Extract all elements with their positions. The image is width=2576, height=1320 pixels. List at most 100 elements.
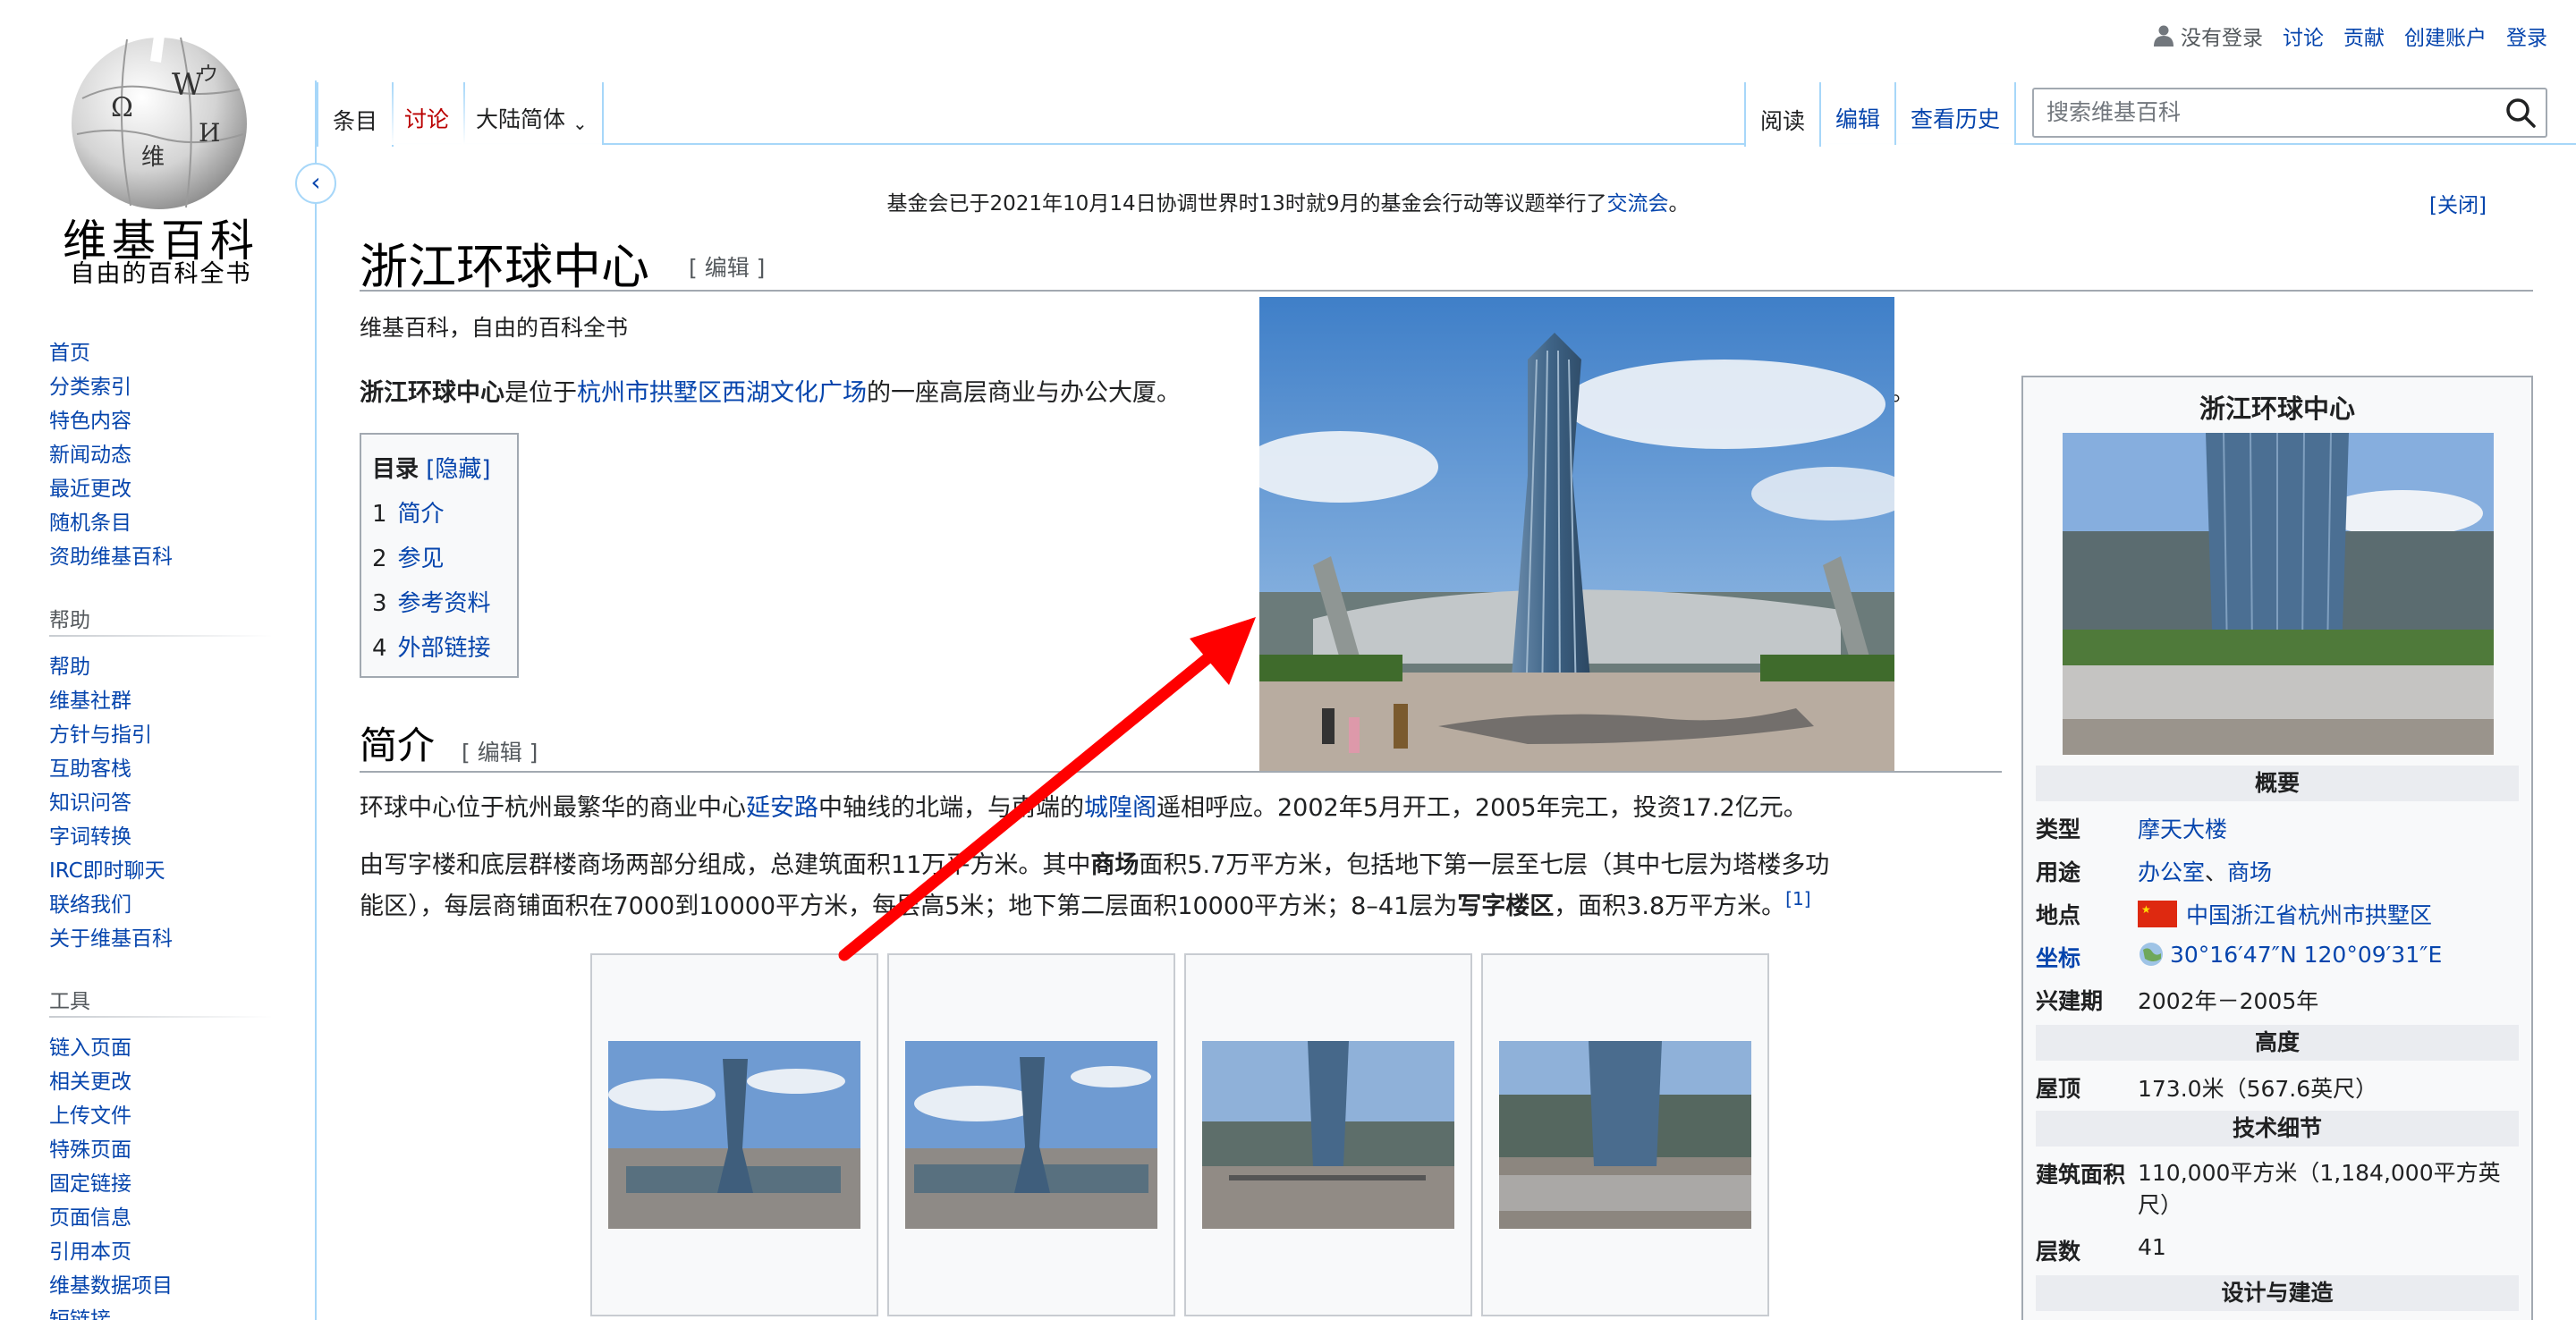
toc-item[interactable]: 3 参考资料 [372,585,506,618]
coordinates-link[interactable]: 30°16′47″N 120°09′31″E [2170,942,2442,968]
hover-preview-image[interactable] [1259,297,1894,771]
title-underline [360,290,2533,292]
sidebar-item-qa[interactable]: 知识问答 [49,785,131,816]
sidebar-item-main-page[interactable]: 首页 [49,335,90,366]
toc-link-intro[interactable]: 简介 [398,501,445,528]
sidebar-item-what-links-here[interactable]: 链入页面 [49,1030,131,1061]
gallery-item[interactable] [590,953,878,1316]
sidebar-item-permalink[interactable]: 固定链接 [49,1166,131,1197]
toc-item[interactable]: 4 外部链接 [372,630,506,663]
p1-text: 中轴线的北端，与南端的 [818,794,1084,822]
toc-link-references[interactable]: 参考资料 [398,590,491,617]
separator: 、 [2205,859,2228,885]
intro-paragraph-2: 由写字楼和底层群楼商场两部分组成，总建筑面积11万平方米。其中商场面积5.7万平… [360,846,2005,926]
gallery-item[interactable] [1481,953,1769,1316]
infobox-title: 浙江环球中心 [2199,393,2355,424]
contributions-link[interactable]: 贡献 [2343,21,2385,51]
sidebar-item-categories[interactable]: 分类索引 [49,369,131,400]
infobox-value-use: 办公室、商场 [2138,855,2272,887]
location-link[interactable]: 杭州市拱墅区西湖文化广场 [577,379,867,407]
notice-close-button[interactable]: [关闭] [2429,188,2487,218]
user-icon [2154,25,2174,47]
sidebar-item-wikidata[interactable]: 维基数据项目 [49,1268,173,1299]
gallery-item[interactable] [887,953,1175,1316]
sidebar-item-news[interactable]: 新闻动态 [49,437,131,468]
toc-number: 4 [372,635,387,662]
talk-link[interactable]: 讨论 [2283,21,2324,51]
office-link[interactable]: 办公室 [2138,859,2205,885]
tab-variant-label: 大陆简体 [476,106,566,132]
china-flag-icon: ★ [2138,901,2177,927]
sidebar-item-page-info[interactable]: 页面信息 [49,1200,131,1231]
toc-link-external[interactable]: 外部链接 [398,635,491,662]
create-account-link[interactable]: 创建账户 [2404,21,2487,51]
mall-link[interactable]: 商场 [2227,859,2272,885]
sidebar-item-upload[interactable]: 上传文件 [49,1098,131,1129]
chenghuang-pavilion-link[interactable]: 城隍阁 [1084,794,1157,822]
p1-text: 环球中心位于杭州最繁华的商业中心 [360,794,746,822]
sidebar-item-conversion[interactable]: 字词转换 [49,819,131,850]
infobox-label-built: 兴建期 [2036,988,2104,1014]
sidebar-item-community[interactable]: 维基社群 [49,683,131,714]
infobox-image[interactable] [2063,433,2494,755]
sidebar-item-policies[interactable]: 方针与指引 [49,717,152,748]
sidebar-item-special-pages[interactable]: 特殊页面 [49,1132,131,1163]
sidebar-item-donate[interactable]: 资助维基百科 [49,539,173,570]
tab-article-label: 条目 [333,108,378,134]
gallery-image[interactable] [1202,1041,1454,1229]
tab-talk[interactable]: 讨论 [390,82,466,145]
gallery-image[interactable] [905,1041,1157,1229]
gallery-image[interactable] [608,1041,860,1229]
svg-text:Ω: Ω [111,92,133,123]
login-link[interactable]: 登录 [2506,21,2547,51]
sidebar-item-irc[interactable]: IRC即时聊天 [49,853,165,884]
tab-article[interactable]: 条目 [317,82,394,147]
p2-bold: 写字楼区 [1457,893,1555,921]
wikipedia-globe-logo[interactable]: W Ω И 维 ウ [64,27,254,213]
reference-link[interactable]: [1] [1785,888,1810,910]
search-icon[interactable] [2504,97,2537,129]
sidebar-item-help[interactable]: 帮助 [49,649,90,680]
infobox-value-type[interactable]: 摩天大楼 [2138,812,2227,844]
toc-toggle[interactable]: [隐藏] [426,456,490,483]
lead-tail-punct: 。 [1891,379,1915,407]
sidebar-item-village-pump[interactable]: 互助客栈 [49,751,131,782]
location-link[interactable]: 中国浙江省杭州市拱墅区 [2186,898,2432,930]
notice-end: 。 [1668,192,1690,216]
p2-text: ，面积3.8万平方米。 [1554,893,1786,921]
notice-link[interactable]: 交流会 [1606,192,1668,216]
tab-read[interactable]: 阅读 [1744,82,1822,147]
toc-item[interactable]: 1 简介 [372,495,506,529]
gallery-item[interactable] [1184,953,1472,1316]
tab-variant-dropdown[interactable]: 大陆简体 ⌄ [462,82,604,145]
toc-item[interactable]: 2 参见 [372,540,506,573]
tab-history[interactable]: 查看历史 [1896,82,2017,145]
search-input[interactable]: 搜索维基百科 [2032,88,2547,138]
section-underline [360,771,2002,773]
sidebar-item-about[interactable]: 关于维基百科 [49,921,173,952]
gallery-image[interactable] [1499,1041,1751,1229]
sidebar-item-random[interactable]: 随机条目 [49,505,131,536]
tab-edit[interactable]: 编辑 [1821,82,1897,145]
sidebar-item-featured[interactable]: 特色内容 [49,403,131,434]
sidebar-item-short-url[interactable]: 短链接 [49,1302,111,1320]
title-edit-link[interactable]: [ 编辑 ] [689,250,765,283]
lead-text-end: 的一座高层商业与办公大厦。 [867,379,1181,407]
sidebar-divider [315,80,317,1320]
yanan-road-link[interactable]: 延安路 [746,794,818,822]
infobox-label-coordinates[interactable]: 坐标 [2036,941,2080,973]
infobox-label-use: 用途 [2036,859,2081,885]
sidebar-item-recent-changes[interactable]: 最近更改 [49,471,131,502]
toc-title: 目录 [372,456,419,483]
section-edit-link[interactable]: [ 编辑 ] [462,735,538,767]
sidebar-item-cite[interactable]: 引用本页 [49,1234,131,1265]
toc-link-see-also[interactable]: 参见 [398,546,445,572]
infobox-value-coordinates: 30°16′47″N 120°09′31″E [2138,941,2442,968]
sidebar-separator [49,635,273,637]
lead-bold-title: 浙江环球中心 [360,379,504,407]
tab-edit-label: 编辑 [1835,106,1881,132]
sidebar-item-contact[interactable]: 联络我们 [49,887,131,918]
notice-text: 基金会已于2021年10月14日协调世界时13时就9月的基金会行动等议题举行了 [886,192,1607,216]
infobox-label-area: 建筑面积 [2036,1162,2126,1188]
sidebar-item-related-changes[interactable]: 相关更改 [49,1064,131,1095]
